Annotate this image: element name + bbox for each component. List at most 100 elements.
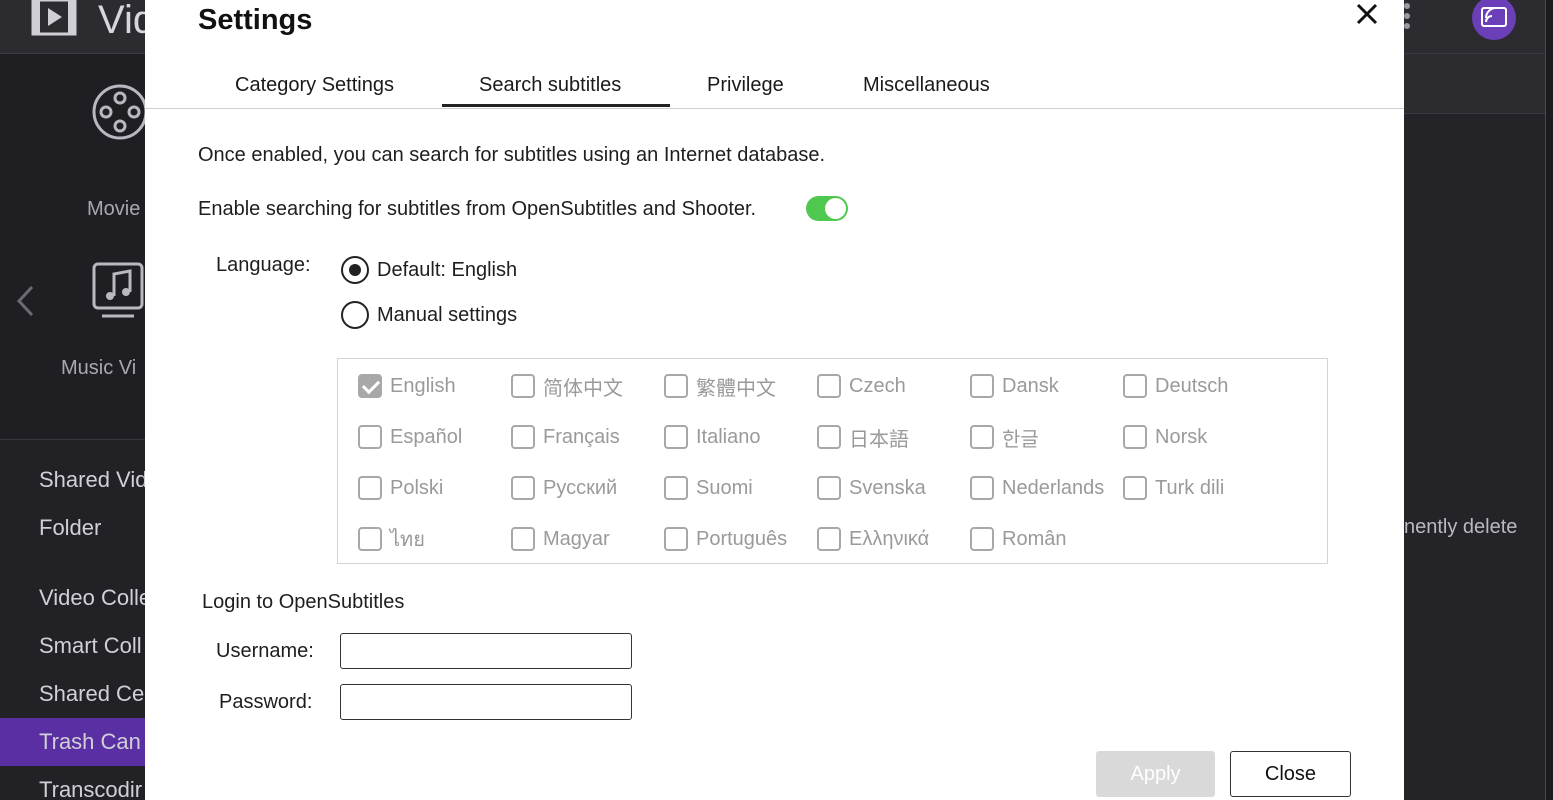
enable-search-label: Enable searching for subtitles from Open… — [198, 198, 757, 220]
language-label: Français — [543, 425, 620, 448]
checkbox[interactable] — [817, 527, 841, 551]
checkbox[interactable] — [511, 476, 535, 500]
language-checkbox-turk-dili[interactable]: Turk dili — [1123, 473, 1224, 503]
checkbox[interactable] — [970, 425, 994, 449]
language-label: Czech — [849, 374, 906, 397]
language-checkbox-czech[interactable]: Czech — [817, 371, 906, 401]
app-toolbar-right — [1404, 54, 1553, 114]
language-checkbox-suomi[interactable]: Suomi — [664, 473, 753, 503]
checkbox[interactable] — [817, 425, 841, 449]
sidebar-item-shared-videos[interactable]: Shared Vid — [39, 467, 147, 493]
language-label: Italiano — [696, 425, 761, 448]
description-text: Once enabled, you can search for subtitl… — [198, 144, 826, 166]
enable-search-toggle[interactable] — [806, 196, 848, 221]
chevron-left-icon[interactable] — [14, 284, 36, 318]
language-label: English — [390, 374, 456, 397]
close-icon[interactable] — [1355, 2, 1379, 26]
tab-miscellaneous[interactable]: Miscellaneous — [863, 74, 990, 97]
language-checkbox-magyar[interactable]: Magyar — [511, 524, 610, 554]
language-label: Русский — [543, 476, 618, 499]
checkbox[interactable] — [511, 374, 535, 398]
checkbox[interactable] — [664, 374, 688, 398]
checkbox[interactable] — [1123, 476, 1147, 500]
language-label: Language: — [216, 254, 311, 276]
sidebar-item-shared-center[interactable]: Shared Ce — [39, 681, 144, 707]
language-checkbox-norsk[interactable]: Norsk — [1123, 422, 1207, 452]
language-checkbox-grid: English 简体中文 繁體中文 Czech Dansk Deutsch Es… — [337, 358, 1328, 564]
checkbox[interactable] — [358, 374, 382, 398]
dialog-title: Settings — [198, 4, 313, 36]
radio-manual-settings[interactable] — [341, 301, 369, 329]
language-label: 한글 — [1002, 428, 1039, 451]
checkbox[interactable] — [970, 527, 994, 551]
language-checkbox-espanol[interactable]: Español — [358, 422, 462, 452]
tab-privilege[interactable]: Privilege — [707, 74, 784, 97]
sidebar-item-smart-collections[interactable]: Smart Coll — [39, 633, 142, 659]
language-label: Dansk — [1002, 374, 1059, 397]
checkbox[interactable] — [817, 374, 841, 398]
language-checkbox-dansk[interactable]: Dansk — [970, 371, 1059, 401]
language-checkbox-russian[interactable]: Русский — [511, 473, 617, 503]
language-label: Nederlands — [1002, 476, 1105, 499]
language-checkbox-english[interactable]: English — [358, 371, 456, 401]
language-label: 简体中文 — [543, 377, 623, 400]
checkbox[interactable] — [817, 476, 841, 500]
checkbox[interactable] — [664, 476, 688, 500]
sidebar-music-label[interactable]: Music Vi — [61, 357, 136, 380]
permanently-delete-text[interactable]: nently delete — [1404, 516, 1517, 539]
radio-manual-label[interactable]: Manual settings — [377, 304, 517, 327]
language-checkbox-korean[interactable]: 한글 — [970, 422, 1039, 452]
sidebar-item-video-collections[interactable]: Video Colle — [39, 585, 151, 611]
cast-icon[interactable] — [1471, 0, 1517, 40]
language-label: Svenska — [849, 476, 926, 499]
language-checkbox-japanese[interactable]: 日本語 — [817, 422, 909, 452]
tab-search-subtitles[interactable]: Search subtitles — [479, 74, 621, 97]
checkbox[interactable] — [358, 425, 382, 449]
language-checkbox-nederlands[interactable]: Nederlands — [970, 473, 1104, 503]
tab-category-settings[interactable]: Category Settings — [235, 74, 394, 97]
language-checkbox-thai[interactable]: ไทย — [358, 524, 425, 554]
language-checkbox-polski[interactable]: Polski — [358, 473, 443, 503]
checkbox[interactable] — [970, 476, 994, 500]
checkbox[interactable] — [358, 476, 382, 500]
sidebar-category-panel: Movie Music Vi — [0, 54, 148, 440]
language-checkbox-greek[interactable]: Ελληνικά — [817, 524, 929, 554]
language-checkbox-roman[interactable]: Român — [970, 524, 1066, 554]
checkbox[interactable] — [358, 527, 382, 551]
checkbox[interactable] — [511, 425, 535, 449]
language-checkbox-svenska[interactable]: Svenska — [817, 473, 926, 503]
checkbox[interactable] — [664, 425, 688, 449]
language-label: ไทย — [390, 529, 425, 551]
sidebar-movies-label[interactable]: Movie — [87, 198, 140, 221]
sidebar-item-transcoding[interactable]: Transcodir — [39, 777, 142, 800]
username-input[interactable] — [340, 633, 632, 669]
tab-bar: Category Settings Search subtitles Privi… — [145, 66, 1404, 109]
language-label: Turk dili — [1155, 476, 1225, 499]
music-note-icon[interactable] — [92, 260, 152, 320]
language-label: Português — [696, 527, 788, 550]
film-reel-icon[interactable] — [90, 82, 150, 142]
language-label: Español — [390, 425, 463, 448]
sidebar-item-folder[interactable]: Folder — [39, 515, 101, 541]
window-scrollbar[interactable] — [1545, 0, 1553, 800]
language-label: Suomi — [696, 476, 753, 499]
apply-button[interactable]: Apply — [1096, 751, 1215, 797]
radio-default-language[interactable] — [341, 256, 369, 284]
sidebar-item-trash-can[interactable]: Trash Can — [39, 729, 141, 755]
checkbox[interactable] — [1123, 374, 1147, 398]
close-button[interactable]: Close — [1230, 751, 1351, 797]
language-checkbox-deutsch[interactable]: Deutsch — [1123, 371, 1228, 401]
password-input[interactable] — [340, 684, 632, 720]
language-checkbox-francais[interactable]: Français — [511, 422, 620, 452]
language-checkbox-italiano[interactable]: Italiano — [664, 422, 761, 452]
language-checkbox-portugues[interactable]: Português — [664, 524, 787, 554]
language-checkbox-traditional-chinese[interactable]: 繁體中文 — [664, 371, 776, 401]
language-checkbox-simplified-chinese[interactable]: 简体中文 — [511, 371, 623, 401]
language-label: Polski — [390, 476, 444, 499]
language-label: Deutsch — [1155, 374, 1229, 397]
checkbox[interactable] — [1123, 425, 1147, 449]
checkbox[interactable] — [511, 527, 535, 551]
checkbox[interactable] — [664, 527, 688, 551]
radio-default-label[interactable]: Default: English — [377, 259, 517, 282]
checkbox[interactable] — [970, 374, 994, 398]
